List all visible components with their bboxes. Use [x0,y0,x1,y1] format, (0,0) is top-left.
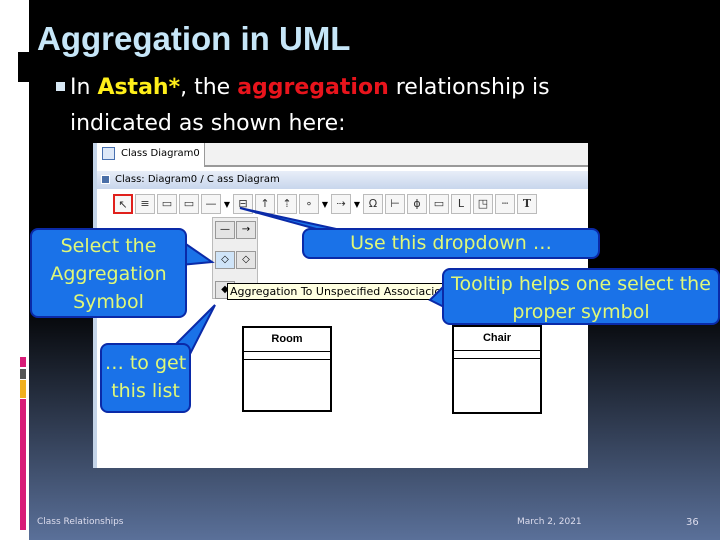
page-number: 36 [686,517,699,528]
callout-dropdown: Use this dropdown … [302,228,600,259]
footer-date: March 2, 2021 [517,517,582,527]
footer-topic: Class Relationships [37,517,124,527]
callout-select-symbol: Select the Aggregation Symbol [30,228,187,318]
callout-list: … to get this list [100,343,191,413]
callout-tooltip: Tooltip helps one select the proper symb… [442,268,720,325]
